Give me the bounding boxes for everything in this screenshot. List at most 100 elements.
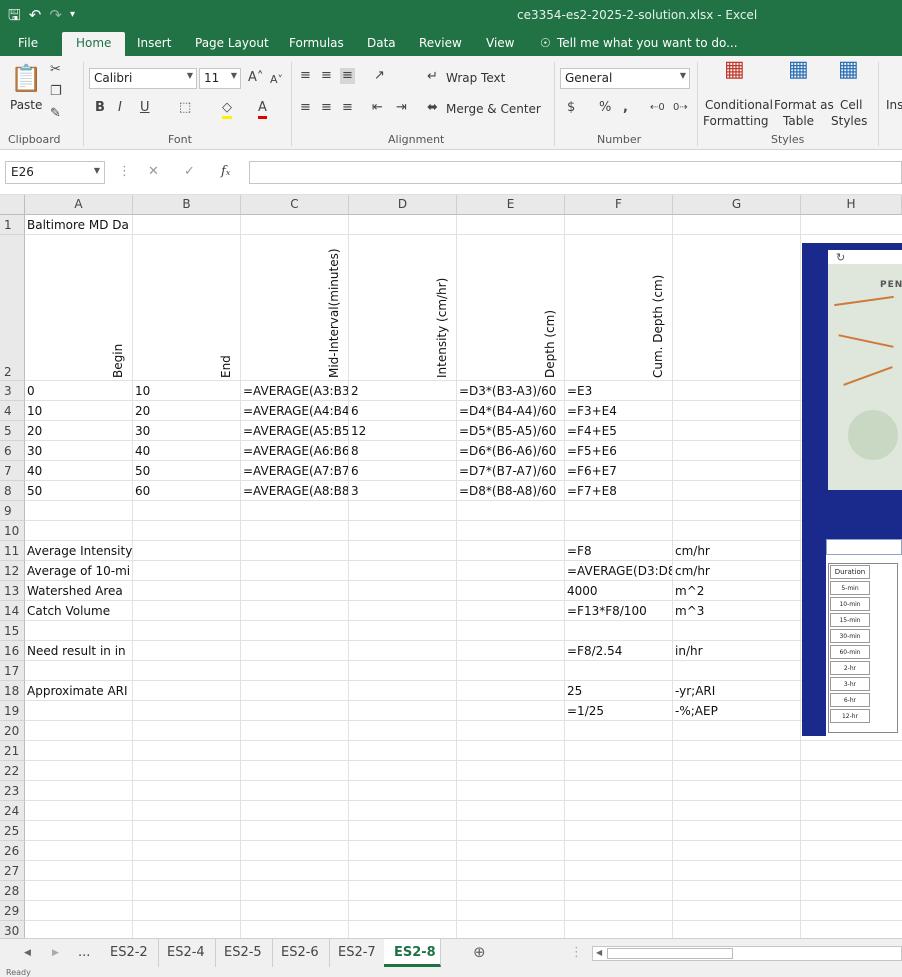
- row-header-17[interactable]: 17: [0, 661, 25, 681]
- row-header-6[interactable]: 6: [0, 441, 25, 461]
- underline-button[interactable]: U: [140, 100, 150, 116]
- cell-b7[interactable]: 50: [133, 461, 240, 481]
- cell-c2[interactable]: Mid-Interval(minutes): [327, 238, 341, 378]
- cell-b6[interactable]: 40: [133, 441, 240, 461]
- row-header-21[interactable]: 21: [0, 741, 25, 761]
- save-icon[interactable]: 🖫: [8, 4, 21, 26]
- formula-input[interactable]: [249, 161, 902, 184]
- align-bottom-icon[interactable]: ≡: [340, 68, 355, 84]
- cell-f4[interactable]: =F3+E4: [565, 401, 672, 421]
- column-header-b[interactable]: B: [133, 195, 241, 215]
- enter-icon[interactable]: ✓: [184, 164, 195, 180]
- scrollbar-thumb[interactable]: [607, 948, 733, 959]
- sheet-tab-es2-2[interactable]: ES2-2: [100, 939, 159, 967]
- cell-a4[interactable]: 10: [25, 401, 132, 421]
- percent-button[interactable]: %: [599, 100, 611, 116]
- cell-b4[interactable]: 20: [133, 401, 240, 421]
- row-header-16[interactable]: 16: [0, 641, 25, 661]
- cell-a3[interactable]: 0: [25, 381, 132, 401]
- cell-b3[interactable]: 10: [133, 381, 240, 401]
- undo-icon[interactable]: ↶: [29, 4, 42, 26]
- cell-a2[interactable]: Begin: [111, 238, 125, 378]
- increase-decimal-icon[interactable]: ⇠0: [650, 100, 665, 116]
- column-header-a[interactable]: A: [25, 195, 133, 215]
- tab-view[interactable]: View: [486, 36, 514, 50]
- cell-f7[interactable]: =F6+E7: [565, 461, 672, 481]
- cell-e3[interactable]: =D3*(B3-A3)/60: [457, 381, 564, 401]
- cell-f19[interactable]: =1/25: [565, 701, 672, 721]
- currency-button[interactable]: $: [567, 100, 575, 116]
- name-box[interactable]: E26 ▼: [5, 161, 105, 184]
- row-header-12[interactable]: 12: [0, 561, 25, 581]
- insert-cells-button[interactable]: Ins: [886, 98, 902, 112]
- scroll-right-icon[interactable]: ▶: [52, 945, 59, 961]
- cell-f3[interactable]: =E3: [565, 381, 672, 401]
- column-header-f[interactable]: F: [565, 195, 673, 215]
- row-header-11[interactable]: 11: [0, 541, 25, 561]
- tab-review[interactable]: Review: [419, 36, 462, 50]
- column-header-e[interactable]: E: [457, 195, 565, 215]
- row-header-13[interactable]: 13: [0, 581, 25, 601]
- cell-f18[interactable]: 25: [565, 681, 672, 701]
- cell-c4[interactable]: =AVERAGE(A4:B4: [241, 401, 348, 421]
- format-painter-icon[interactable]: ✎: [50, 106, 61, 122]
- row-header-20[interactable]: 20: [0, 721, 25, 741]
- row-header-27[interactable]: 27: [0, 861, 25, 881]
- decrease-font-icon[interactable]: A˅: [270, 72, 283, 88]
- cell-styles-button[interactable]: Cell: [840, 98, 862, 112]
- cell-g18[interactable]: -yr;ARI: [673, 681, 800, 701]
- cell-d8[interactable]: 3: [349, 481, 456, 501]
- cell-f5[interactable]: =F4+E5: [565, 421, 672, 441]
- cell-e7[interactable]: =D7*(B7-A7)/60: [457, 461, 564, 481]
- decrease-indent-icon[interactable]: ⇤: [372, 100, 383, 116]
- font-name-select[interactable]: Calibri ▼: [89, 68, 197, 89]
- align-left-icon[interactable]: ≡: [300, 100, 311, 116]
- row-header-19[interactable]: 19: [0, 701, 25, 721]
- paste-icon[interactable]: 📋: [10, 64, 42, 94]
- row-header-15[interactable]: 15: [0, 621, 25, 641]
- column-header-c[interactable]: C: [241, 195, 349, 215]
- cell-b8[interactable]: 60: [133, 481, 240, 501]
- borders-icon[interactable]: ⬚: [179, 100, 191, 116]
- horizontal-scrollbar[interactable]: ◀: [592, 946, 902, 961]
- add-sheet-icon[interactable]: ⊕: [473, 944, 486, 960]
- tab-insert[interactable]: Insert: [137, 36, 171, 50]
- cell-a14[interactable]: Catch Volume: [25, 601, 132, 621]
- cell-d6[interactable]: 8: [349, 441, 456, 461]
- cell-f2[interactable]: Cum. Depth (cm): [651, 238, 665, 378]
- cell-a12[interactable]: Average of 10-mi: [25, 561, 132, 581]
- cell-f16[interactable]: =F8/2.54: [565, 641, 672, 661]
- row-header-14[interactable]: 14: [0, 601, 25, 621]
- align-center-icon[interactable]: ≡: [321, 100, 332, 116]
- tab-home[interactable]: Home: [62, 32, 126, 56]
- cell-e5[interactable]: =D5*(B5-A5)/60: [457, 421, 564, 441]
- cell-d3[interactable]: 2: [349, 381, 456, 401]
- copy-icon[interactable]: ❐: [50, 84, 62, 100]
- redo-icon[interactable]: ↷: [49, 4, 62, 26]
- row-header-3[interactable]: 3: [0, 381, 25, 401]
- sheet-tab-es2-7[interactable]: ES2-7: [328, 939, 387, 967]
- scroll-left-icon[interactable]: ◀: [596, 948, 602, 957]
- cell-a5[interactable]: 20: [25, 421, 132, 441]
- cell-d7[interactable]: 6: [349, 461, 456, 481]
- cell-e4[interactable]: =D4*(B4-A4)/60: [457, 401, 564, 421]
- row-header-25[interactable]: 25: [0, 821, 25, 841]
- cell-d5[interactable]: 12: [349, 421, 456, 441]
- column-header-h[interactable]: H: [801, 195, 902, 215]
- row-header-4[interactable]: 4: [0, 401, 25, 421]
- cell-g13[interactable]: m^2: [673, 581, 800, 601]
- row-header-23[interactable]: 23: [0, 781, 25, 801]
- cell-c6[interactable]: =AVERAGE(A6:B6: [241, 441, 348, 461]
- row-header-9[interactable]: 9: [0, 501, 25, 521]
- sheet-tab-es2-8[interactable]: ES2-8: [384, 939, 441, 967]
- cell-e2[interactable]: Depth (cm): [543, 238, 557, 378]
- row-header-18[interactable]: 18: [0, 681, 25, 701]
- column-header-d[interactable]: D: [349, 195, 457, 215]
- tab-data[interactable]: Data: [367, 36, 396, 50]
- cell-f14[interactable]: =F13*F8/100: [565, 601, 672, 621]
- format-as-table-button[interactable]: Format as: [774, 98, 834, 112]
- cell-a6[interactable]: 30: [25, 441, 132, 461]
- cell-g16[interactable]: in/hr: [673, 641, 800, 661]
- row-header-22[interactable]: 22: [0, 761, 25, 781]
- cell-c5[interactable]: =AVERAGE(A5:B5: [241, 421, 348, 441]
